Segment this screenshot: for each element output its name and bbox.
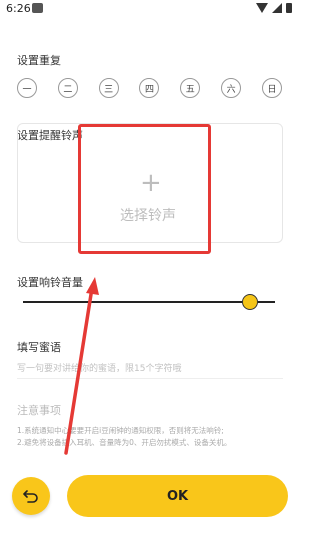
repeat-days: 一 二 三 四 五 六 日 xyxy=(17,78,282,98)
message-title: 填写蜜语 xyxy=(17,341,61,354)
undo-icon xyxy=(23,490,38,503)
wifi-icon xyxy=(256,3,268,13)
status-bar: 6:26 xyxy=(0,0,300,18)
day-sun-toggle[interactable]: 日 xyxy=(261,78,282,98)
volume-title: 设置响铃音量 xyxy=(17,276,83,289)
signal-icon xyxy=(272,3,282,13)
day-tue-toggle[interactable]: 二 xyxy=(57,78,78,98)
note-line-1: 1.系统通知中心要要开启i豆闹钟的通知权限，否则将无法响铃; xyxy=(17,426,224,435)
status-icons xyxy=(256,3,292,13)
annotation-highlight-box xyxy=(78,124,211,254)
status-time: 6:26 xyxy=(6,2,31,15)
ok-button[interactable]: OK xyxy=(67,475,288,517)
repeat-title: 设置重复 xyxy=(17,54,61,67)
notes-title: 注意事项 xyxy=(17,404,61,417)
volume-slider-track[interactable] xyxy=(23,301,275,303)
app-notification-icon xyxy=(32,3,43,13)
back-button[interactable] xyxy=(12,477,50,515)
day-wed-toggle[interactable]: 三 xyxy=(98,78,119,98)
note-line-2: 2.避免将设备插入耳机、音量降为0、开启勿扰模式、设备关机。 xyxy=(17,438,232,447)
battery-icon xyxy=(286,3,292,13)
volume-slider-thumb[interactable] xyxy=(241,294,258,310)
day-mon-toggle[interactable]: 一 xyxy=(17,78,37,98)
day-thu-toggle[interactable]: 四 xyxy=(139,78,160,98)
message-input[interactable] xyxy=(17,360,283,379)
day-sat-toggle[interactable]: 六 xyxy=(221,78,242,98)
day-fri-toggle[interactable]: 五 xyxy=(180,78,201,98)
